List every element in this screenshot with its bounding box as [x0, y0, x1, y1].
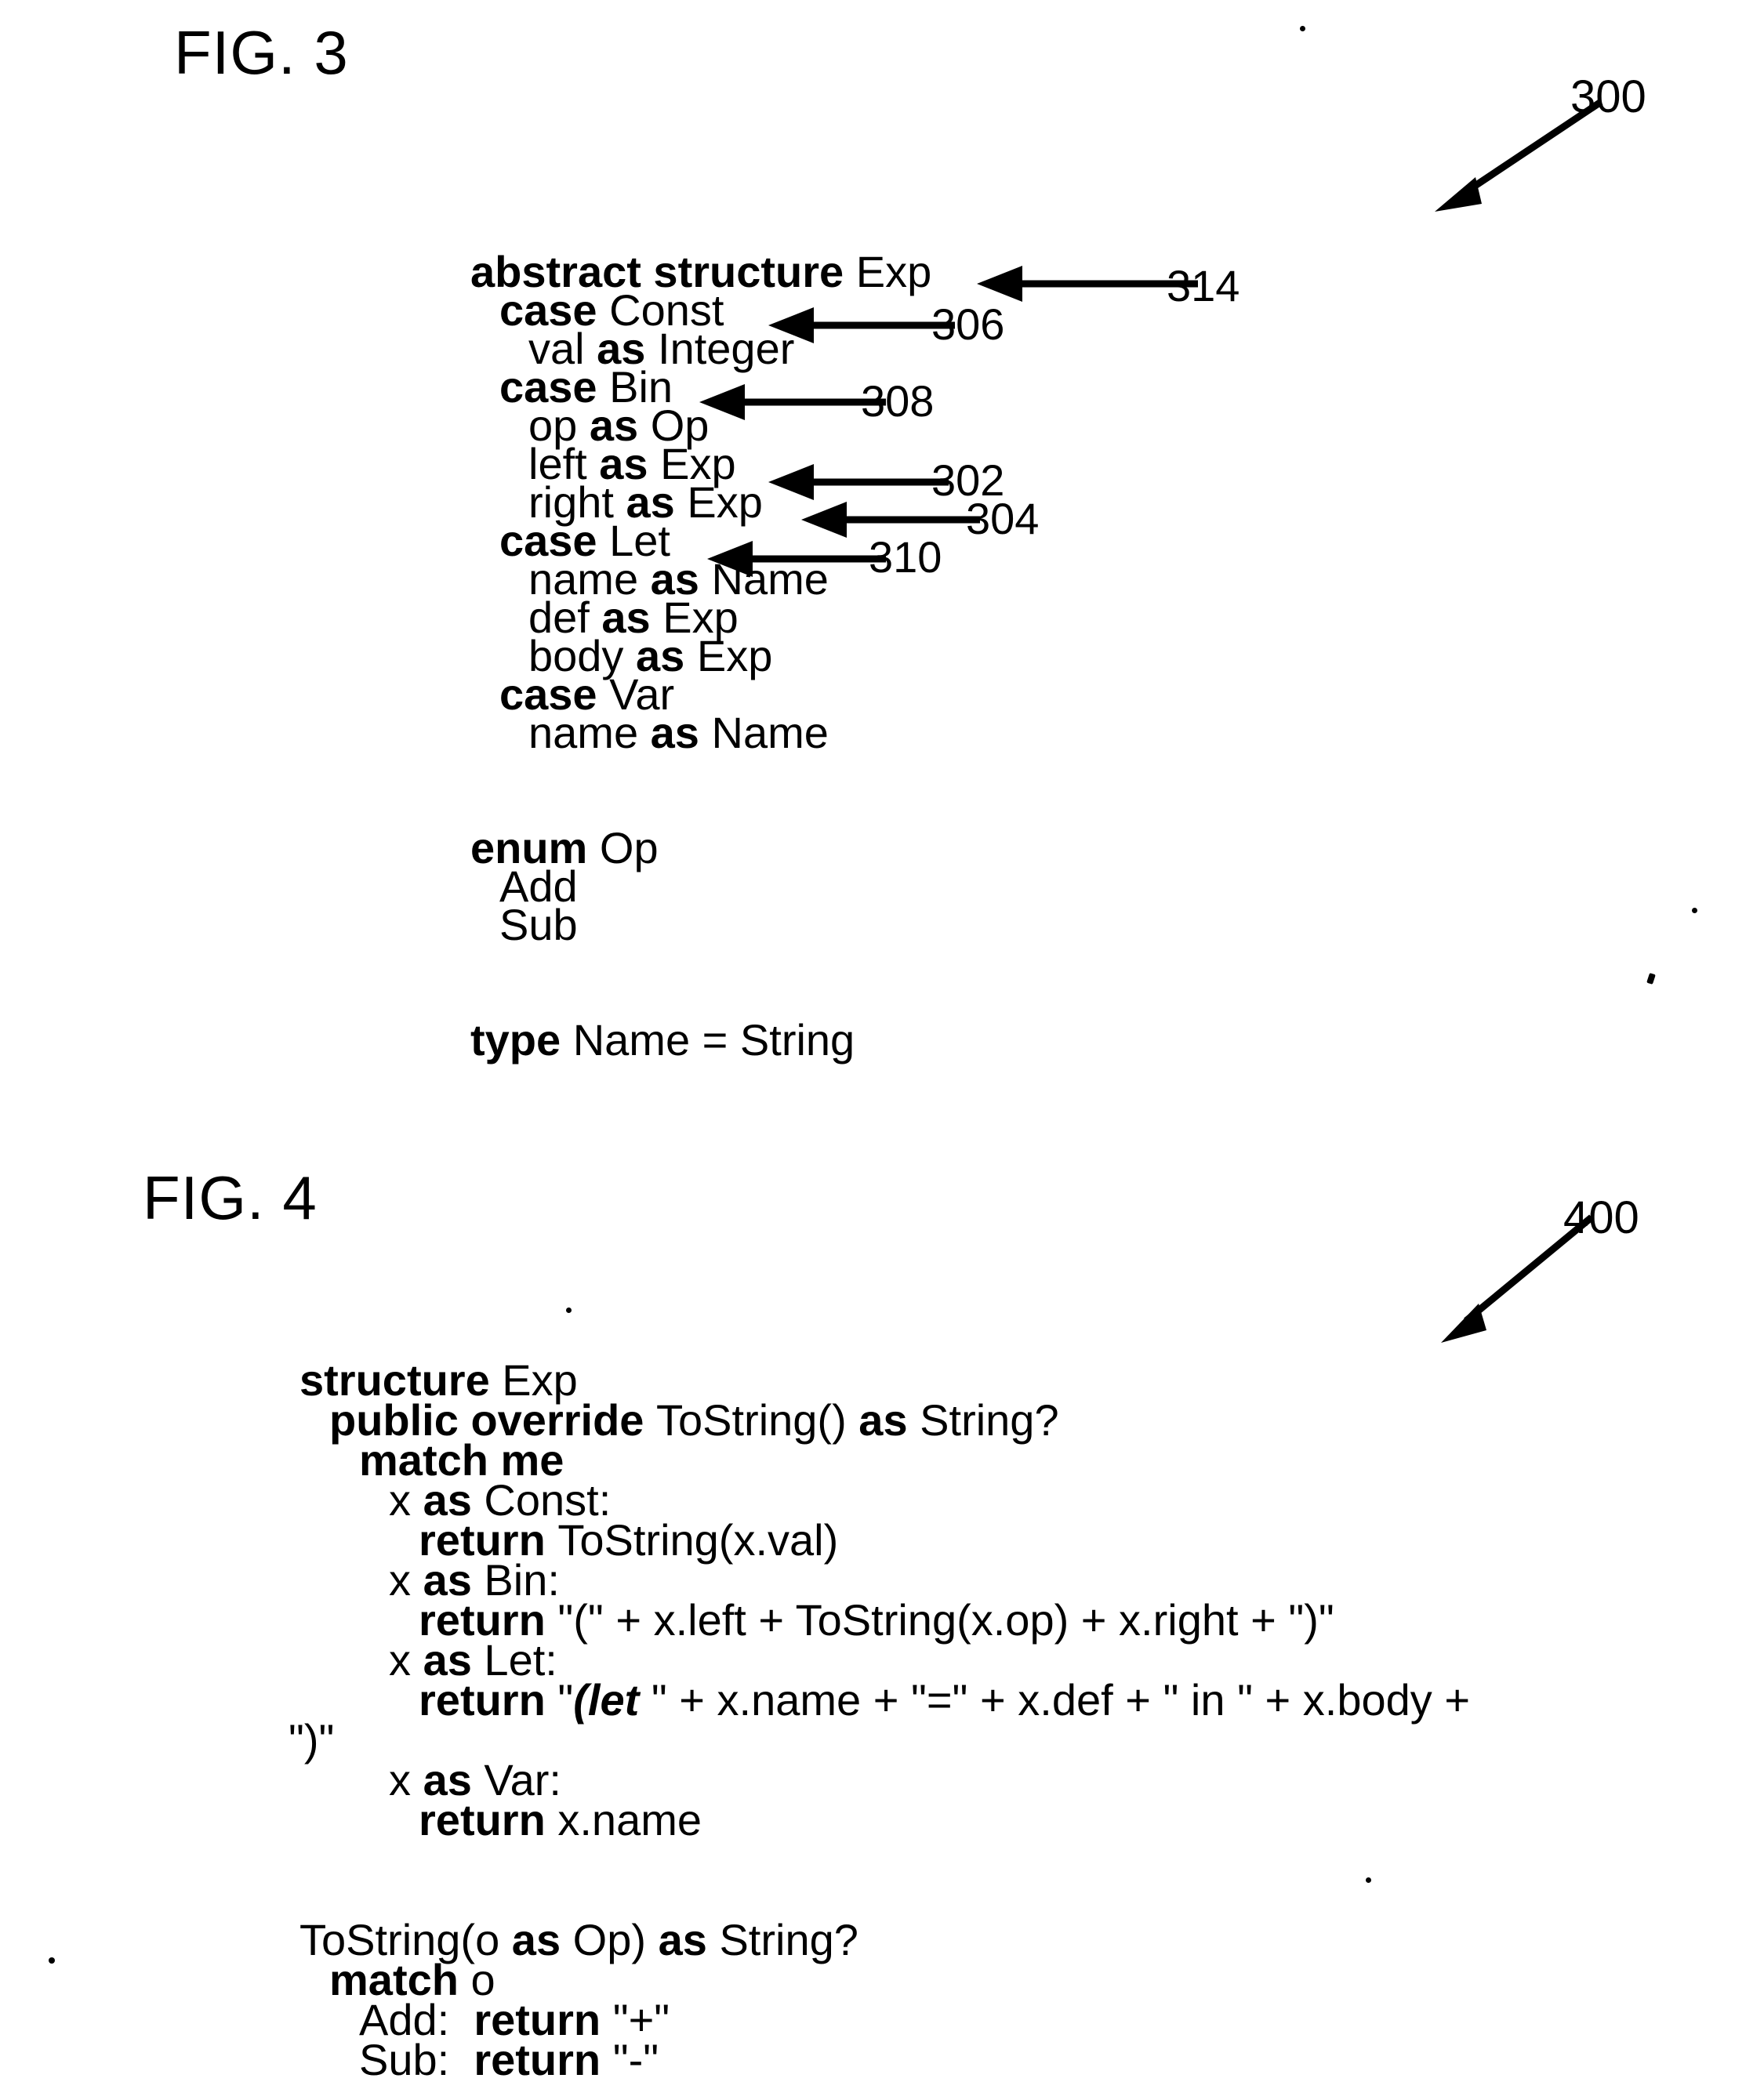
code-token: type	[470, 1015, 573, 1065]
callout-label-310: 310	[869, 532, 942, 582]
code-line: def as Exp	[0, 596, 931, 640]
figure-3-title: FIG. 3	[174, 18, 349, 87]
scan-speck	[1692, 908, 1697, 913]
scan-speck	[1646, 973, 1656, 985]
code-token: Exp	[696, 631, 773, 680]
scan-speck	[49, 1957, 55, 1964]
figure-3-code-listing: abstract structure Exp case Const val as I…	[0, 250, 931, 1062]
code-line: return ToString(x.val)	[0, 1518, 1470, 1562]
code-token: return	[419, 1795, 558, 1844]
code-token: " + x.name + "=" + x.def + " in " + x.bo…	[651, 1675, 1471, 1725]
code-token: (let	[573, 1675, 652, 1725]
figure-4-title: FIG. 4	[143, 1163, 318, 1232]
code-token: return	[419, 1675, 558, 1725]
lead-line-arrow-400	[1441, 1214, 1594, 1343]
code-token: as	[650, 708, 712, 757]
code-token: Sub:	[359, 2035, 474, 2084]
code-line: x as Var:	[0, 1758, 1470, 1802]
code-line: return "(let " + x.name + "=" + x.def + …	[0, 1678, 1470, 1722]
code-token: ToString()	[656, 1395, 859, 1445]
code-line: Sub	[0, 903, 931, 947]
code-line: name as Name	[0, 711, 931, 755]
callout-label-314: 314	[1167, 261, 1240, 310]
callout-arrow-310	[707, 541, 886, 577]
code-token: "-"	[612, 2035, 659, 2084]
callout-label-308: 308	[861, 376, 935, 426]
scan-speck	[1366, 1877, 1371, 1883]
code-token: Op	[599, 823, 659, 872]
code-token: return	[474, 2035, 613, 2084]
code-line: return "(" + x.left + ToString(x.op) + x…	[0, 1598, 1470, 1642]
lead-line-arrow-300	[1435, 99, 1603, 212]
code-token: as	[658, 1915, 720, 1964]
code-token: as	[511, 1915, 573, 1964]
code-line: structure Exp	[0, 1358, 1470, 1402]
callout-label-306: 306	[931, 299, 1005, 349]
code-token: Exp	[687, 477, 763, 527]
patent-figure-page: FIG. 3 300 abstract structure Exp case Co…	[0, 0, 1764, 2100]
code-token: String?	[719, 1915, 858, 1964]
code-line: ")"	[0, 1718, 1470, 1762]
code-token: Name = String	[572, 1015, 855, 1065]
code-line: Add	[0, 865, 931, 909]
code-line: x as Const:	[0, 1478, 1470, 1522]
code-line: abstract structure Exp	[0, 250, 931, 294]
code-line: type Name = String	[0, 1018, 931, 1062]
code-token: ")"	[289, 1715, 335, 1765]
scan-speck	[1300, 26, 1305, 31]
code-line: ToString(o as Op) as String?	[0, 1918, 1470, 1962]
code-token: Name	[711, 708, 829, 757]
callout-label-304: 304	[966, 494, 1040, 543]
code-token: Sub	[499, 900, 578, 949]
code-token: Exp	[855, 247, 932, 296]
code-line: return x.name	[0, 1798, 1470, 1842]
code-line: public override ToString() as String?	[0, 1398, 1470, 1442]
code-line: enum Op	[0, 826, 931, 870]
code-token: String?	[920, 1395, 1059, 1445]
code-line: body as Exp	[0, 634, 931, 678]
code-token: ToString(x.val)	[557, 1515, 839, 1565]
code-token: Op)	[572, 1915, 659, 1964]
code-token: "(" + x.left + ToString(x.op) + x.right …	[557, 1595, 1334, 1645]
code-line: match me	[0, 1438, 1470, 1482]
code-line: match o	[0, 1958, 1470, 2002]
code-token: "	[557, 1675, 574, 1725]
code-line: Sub: return "-"	[0, 2038, 1470, 2082]
code-token: as	[858, 1395, 920, 1445]
callout-arrow-302	[768, 464, 949, 500]
code-token: x.name	[557, 1795, 702, 1844]
code-line: Add: return "+"	[0, 1998, 1470, 2042]
scan-speck	[566, 1308, 572, 1313]
code-token: name	[528, 708, 651, 757]
figure-4-code-listing: structure Exp public override ToString() …	[0, 1358, 1470, 2082]
code-line: x as Bin:	[0, 1558, 1470, 1602]
code-line: x as Let:	[0, 1638, 1470, 1682]
